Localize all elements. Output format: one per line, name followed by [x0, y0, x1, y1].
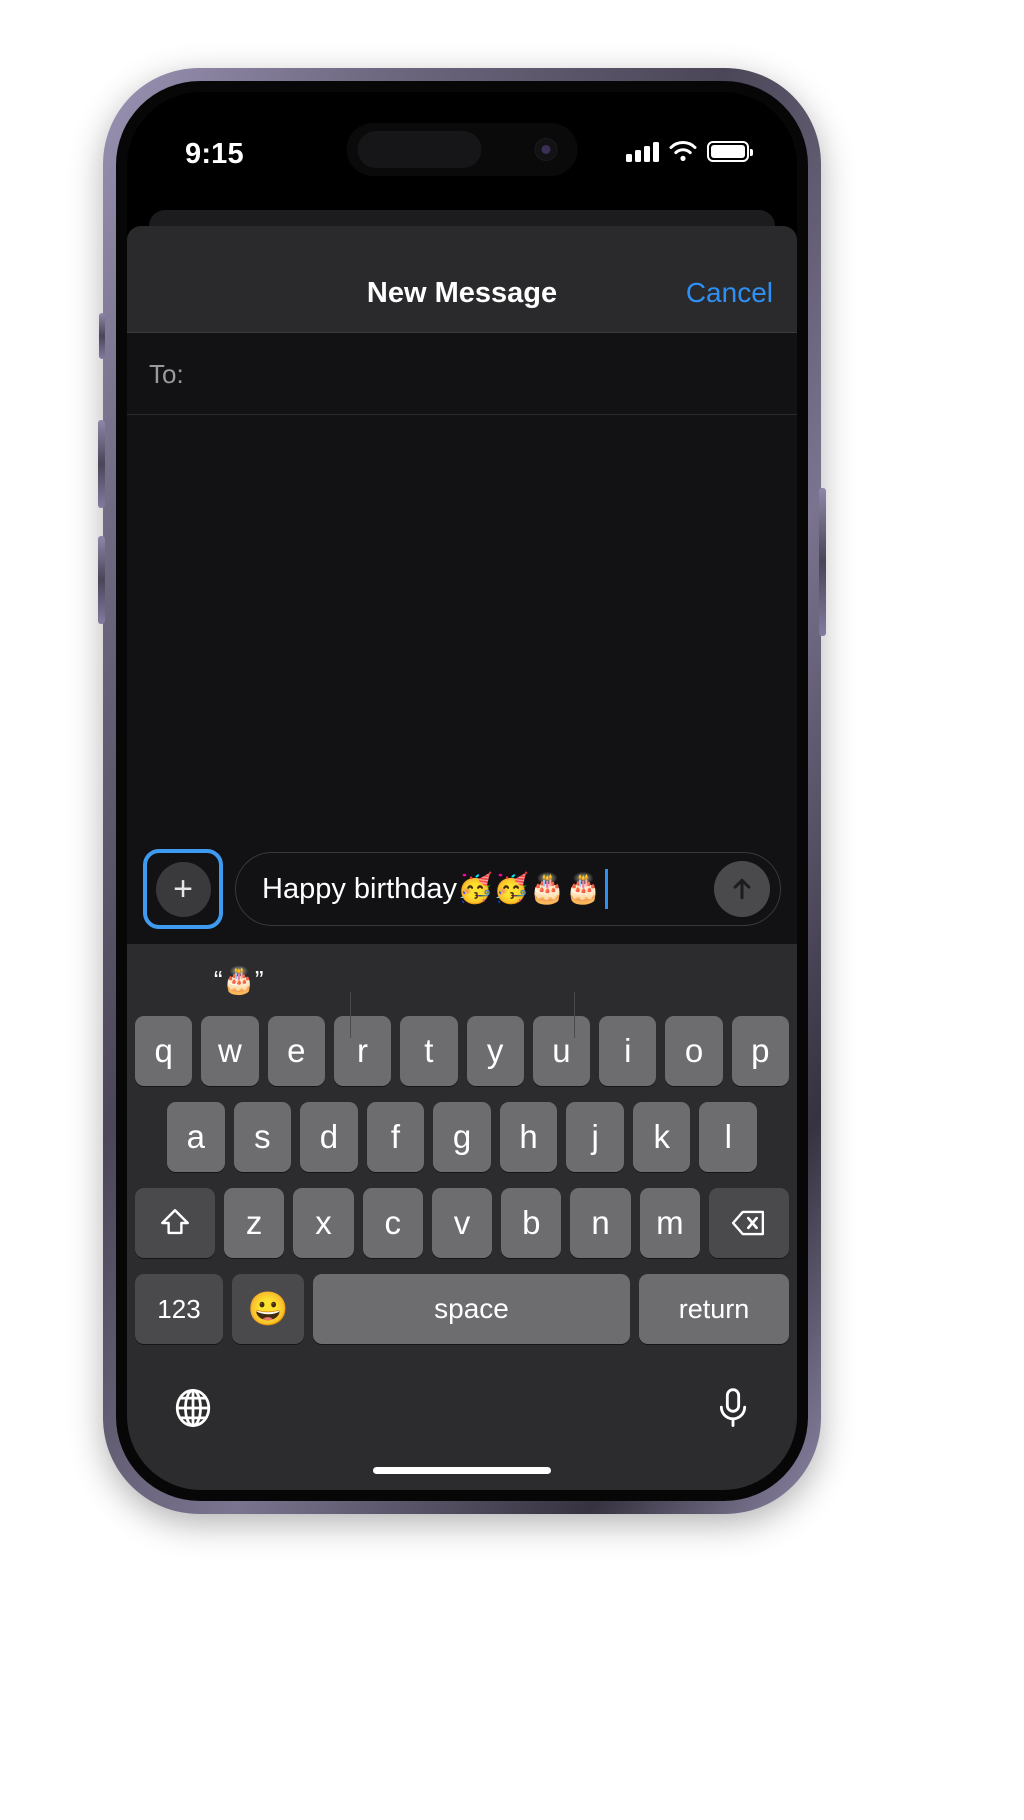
recipient-row[interactable]: To: [127, 333, 797, 415]
key-r[interactable]: r [333, 1016, 392, 1086]
cellular-signal-icon [626, 142, 659, 162]
volume-down-button[interactable] [98, 536, 105, 624]
shift-key[interactable] [135, 1188, 216, 1258]
key-l[interactable]: l [699, 1102, 758, 1172]
key-p[interactable]: p [731, 1016, 789, 1086]
globe-language-icon [175, 1389, 211, 1427]
status-bar: 9:15 [127, 92, 797, 200]
navigation-bar: New Message Cancel [127, 226, 797, 333]
add-attachment-button[interactable]: + [155, 861, 211, 917]
key-e[interactable]: e [267, 1016, 325, 1086]
key-j[interactable]: j [566, 1102, 624, 1172]
key-y[interactable]: y [466, 1016, 524, 1086]
key-t[interactable]: t [400, 1016, 458, 1086]
return-key[interactable]: return [639, 1274, 789, 1344]
keyboard-row-4: 123 😀 space return [127, 1274, 797, 1344]
text-caret [604, 869, 608, 909]
message-input-text[interactable]: Happy birthday🥳🥳🎂🎂 [262, 869, 706, 909]
status-time: 9:15 [185, 138, 244, 170]
key-n[interactable]: n [570, 1188, 631, 1258]
messages-app: New Message Cancel To: + Happy birthday🥳… [127, 92, 797, 1490]
volume-up-button[interactable] [98, 420, 105, 508]
to-input[interactable] [193, 353, 777, 393]
status-indicators [626, 136, 753, 162]
suggestion-item-0[interactable]: “🎂” [127, 965, 350, 996]
send-button[interactable] [714, 861, 770, 917]
plus-icon: + [173, 870, 193, 908]
key-h[interactable]: h [499, 1102, 558, 1172]
key-d[interactable]: d [300, 1102, 358, 1172]
silent-switch-button[interactable] [99, 313, 105, 359]
cancel-button[interactable]: Cancel [686, 277, 773, 309]
message-composer: + Happy birthday🥳🥳🎂🎂 [127, 834, 797, 944]
dictation-button[interactable] [713, 1386, 753, 1430]
delete-key[interactable] [708, 1188, 789, 1258]
wifi-icon [669, 141, 697, 161]
front-camera-icon [534, 138, 558, 161]
add-attachment-focus-ring: + [143, 849, 223, 929]
backspace-delete-icon [731, 1210, 765, 1236]
numbers-key[interactable]: 123 [135, 1274, 223, 1344]
home-indicator-bar [373, 1467, 551, 1474]
onscreen-keyboard: “🎂” q w e r t y u i o p a s d f g h j k … [127, 944, 797, 1490]
globe-language-button[interactable] [171, 1386, 215, 1430]
keyboard-row-1: q w e r t y u i o p [127, 1016, 797, 1086]
microphone-dictation-icon [719, 1388, 747, 1427]
key-b[interactable]: b [501, 1188, 562, 1258]
dynamic-island[interactable] [346, 123, 578, 176]
key-m[interactable]: m [639, 1188, 700, 1258]
power-side-button[interactable] [819, 488, 826, 636]
key-a[interactable]: a [166, 1102, 225, 1172]
key-z[interactable]: z [224, 1188, 285, 1258]
message-input-value: Happy birthday🥳🥳🎂🎂 [262, 873, 602, 905]
key-f[interactable]: f [366, 1102, 425, 1172]
key-q[interactable]: q [135, 1016, 193, 1086]
key-v[interactable]: v [431, 1188, 493, 1258]
key-i[interactable]: i [599, 1016, 657, 1086]
key-x[interactable]: x [293, 1188, 354, 1258]
key-g[interactable]: g [433, 1102, 491, 1172]
send-arrow-up-icon [733, 878, 751, 900]
key-u[interactable]: u [532, 1016, 591, 1086]
phone-frame: New Message Cancel To: + Happy birthday🥳… [98, 68, 826, 1514]
phone-screen: New Message Cancel To: + Happy birthday🥳… [127, 92, 797, 1490]
keyboard-row-2: a s d f g h j k l [127, 1102, 797, 1172]
to-label: To: [149, 359, 184, 389]
emoji-key[interactable]: 😀 [232, 1274, 304, 1344]
message-input-pill[interactable]: Happy birthday🥳🥳🎂🎂 [235, 852, 781, 926]
keyboard-bottom-row [127, 1360, 797, 1456]
predictive-suggestion-bar: “🎂” [127, 944, 797, 1038]
battery-full-icon [707, 141, 753, 162]
space-key[interactable]: space [313, 1274, 630, 1344]
screenshot-stage: New Message Cancel To: + Happy birthday🥳… [0, 0, 1024, 1820]
key-s[interactable]: s [233, 1102, 292, 1172]
key-w[interactable]: w [201, 1016, 259, 1086]
shift-arrow-up-icon [161, 1209, 189, 1235]
phone-bezel: New Message Cancel To: + Happy birthday🥳… [116, 81, 808, 1501]
key-o[interactable]: o [665, 1016, 723, 1086]
keyboard-row-3: z x c v b n m [127, 1188, 797, 1258]
dynamic-island-pill [357, 131, 482, 168]
key-k[interactable]: k [632, 1102, 691, 1172]
new-message-sheet: New Message Cancel To: + Happy birthday🥳… [127, 226, 797, 1490]
key-c[interactable]: c [362, 1188, 423, 1258]
